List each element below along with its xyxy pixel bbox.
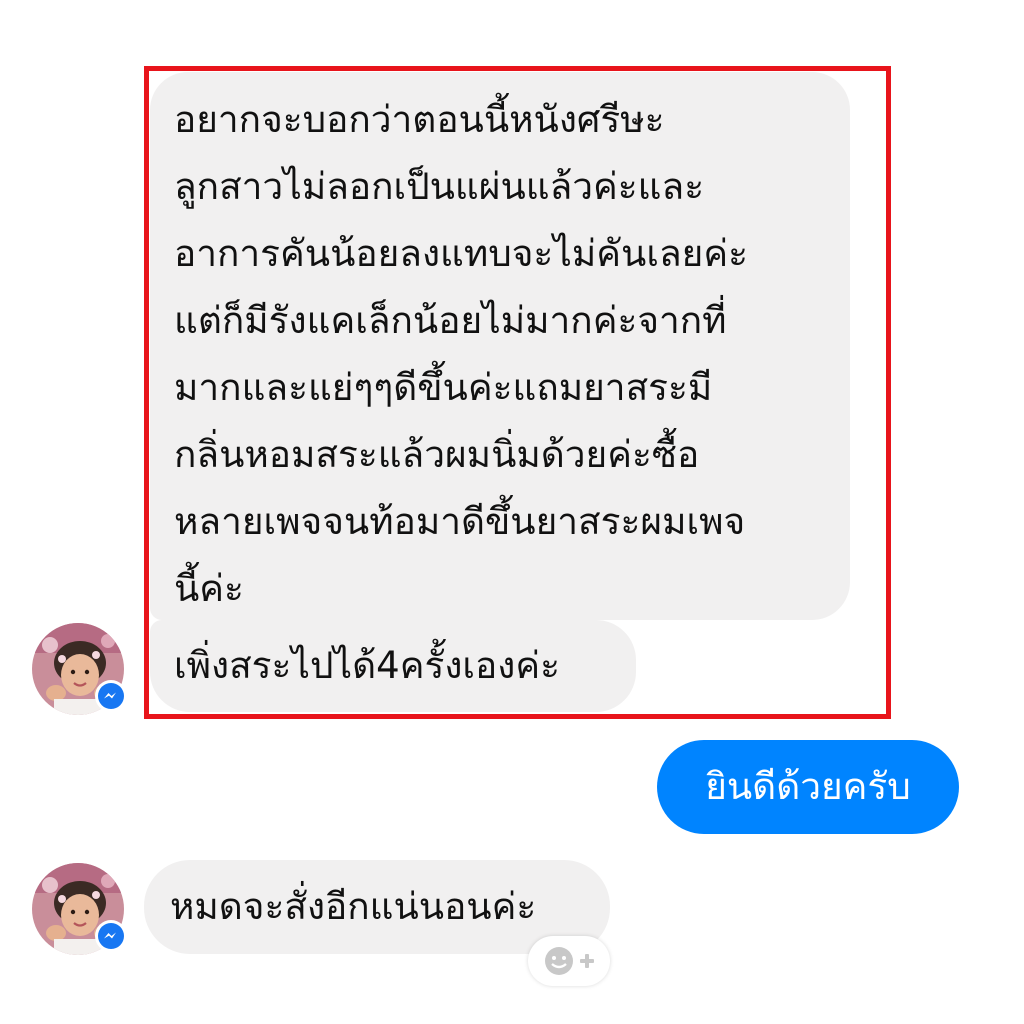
message-line: อยากจะบอกว่าตอนนี้หนังศรีษะ bbox=[174, 98, 665, 141]
message-line: ลูกสาวไม่ลอกเป็นแผ่นแล้วค่ะและ bbox=[174, 165, 705, 208]
message-line: นี้ค่ะ bbox=[174, 567, 244, 610]
message-line: หลายเพจจนท้อมาดีขึ้นยาสระผมเพจ bbox=[174, 500, 746, 543]
message-text: ยินดีด้วยครับ bbox=[705, 765, 911, 808]
add-reaction-icon bbox=[545, 947, 594, 975]
message-line: มากและแย่ๆๆดีขึ้นค่ะแถมยาสระมี bbox=[174, 366, 713, 409]
incoming-message-long[interactable]: อยากจะบอกว่าตอนนี้หนังศรีษะ ลูกสาวไม่ลอก… bbox=[150, 72, 850, 620]
contact-avatar[interactable] bbox=[32, 623, 127, 715]
messenger-badge-icon bbox=[94, 679, 128, 713]
incoming-message-short[interactable]: เพิ่งสระไปได้4ครั้งเองค่ะ bbox=[150, 620, 636, 712]
messenger-badge-icon bbox=[94, 919, 128, 953]
add-reaction-button[interactable] bbox=[528, 936, 610, 986]
contact-avatar[interactable] bbox=[32, 863, 127, 955]
message-text: หมดจะสั่งอีกแน่นอนค่ะ bbox=[170, 885, 537, 928]
message-line: แต่ก็มีรังแคเล็กน้อยไม่มากค่ะจากที่ bbox=[174, 299, 727, 342]
message-line: อาการคันน้อยลงแทบจะไม่คันเลยค่ะ bbox=[174, 232, 748, 275]
message-line: กลิ่นหอมสระแล้วผมนิ่มด้วยค่ะซื้อ bbox=[174, 433, 700, 476]
message-text: เพิ่งสระไปได้4ครั้งเองค่ะ bbox=[174, 644, 560, 687]
outgoing-message[interactable]: ยินดีด้วยครับ bbox=[657, 740, 959, 834]
